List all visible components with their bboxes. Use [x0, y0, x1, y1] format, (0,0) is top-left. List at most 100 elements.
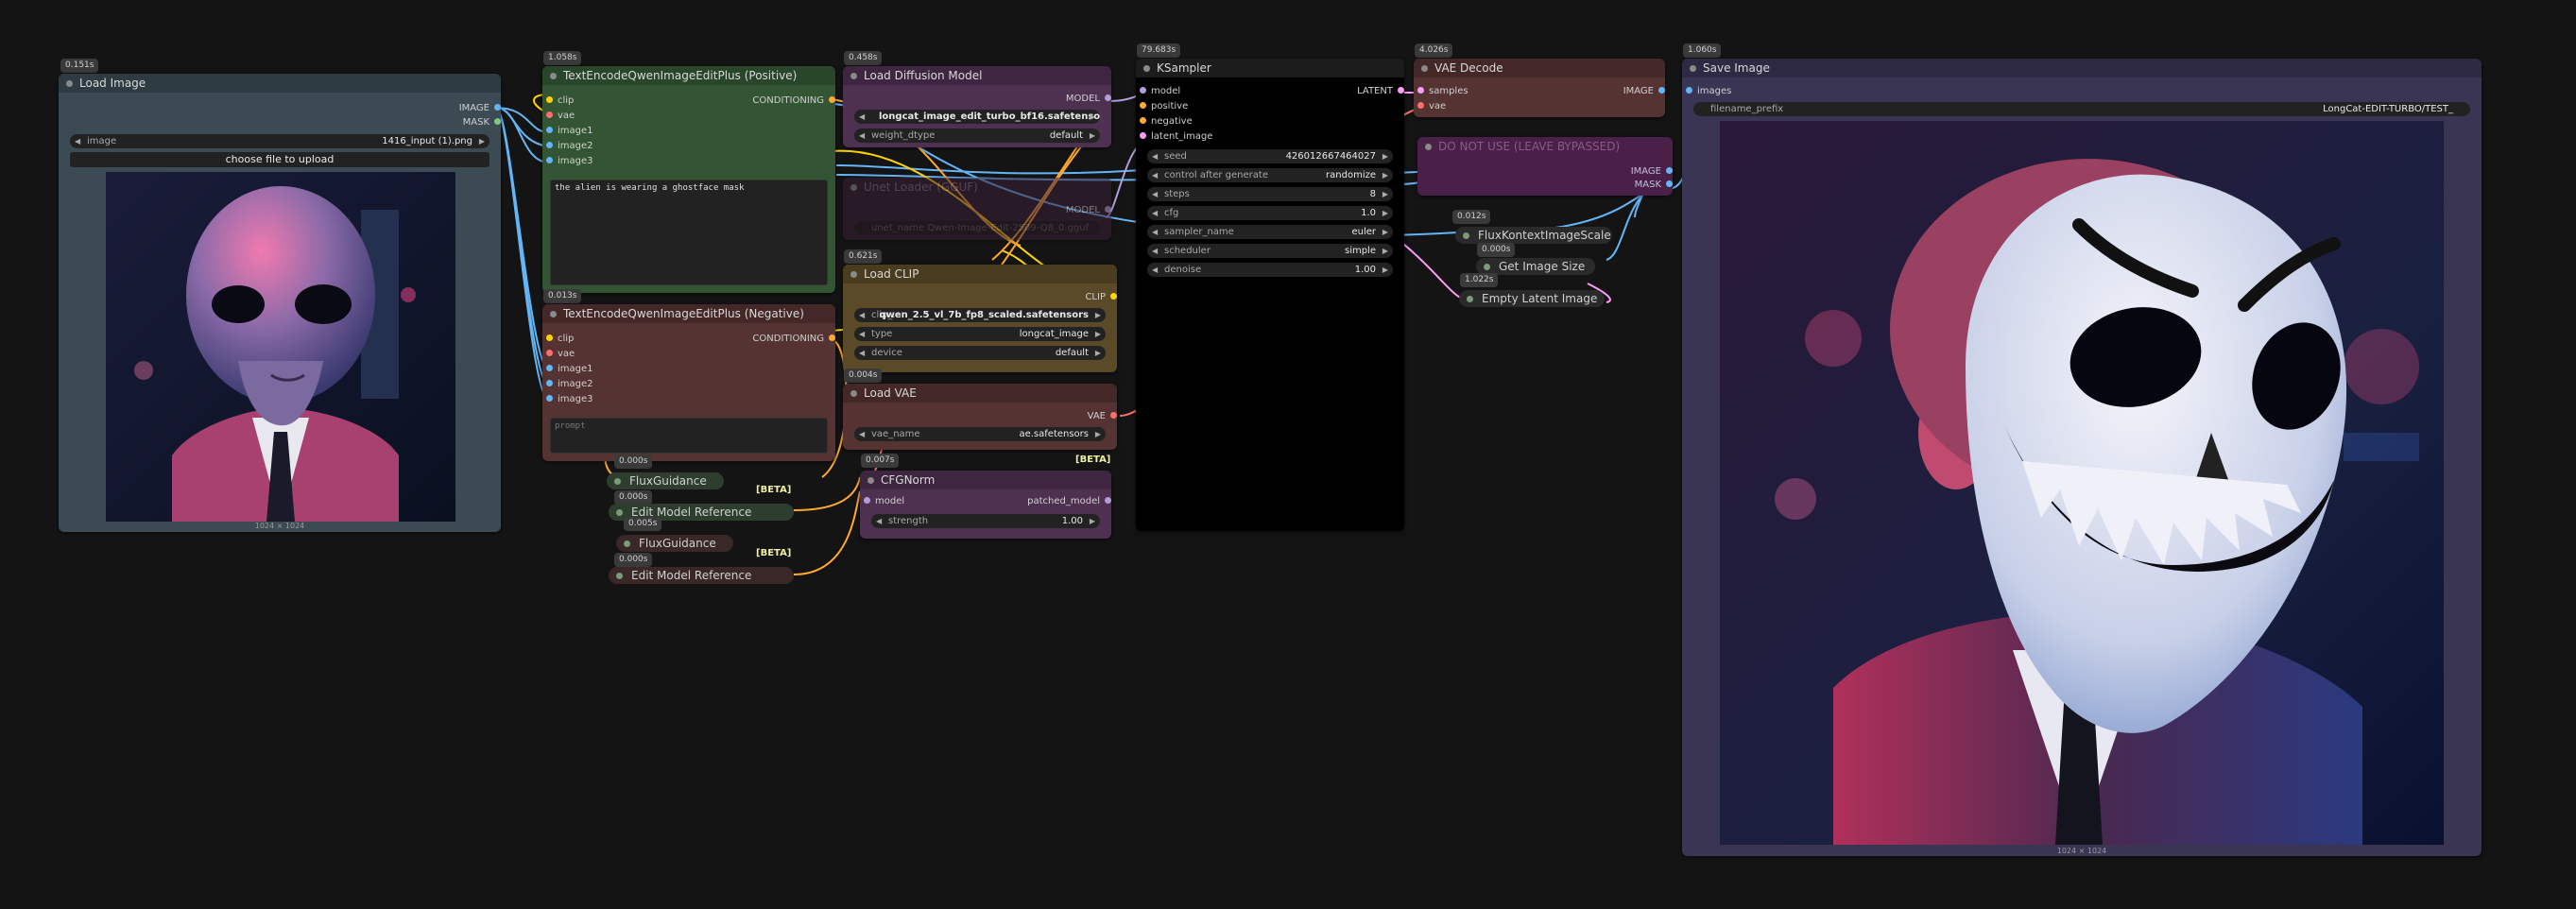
load-diffusion-title[interactable]: Load Diffusion Model [843, 66, 1111, 85]
load-diffusion-model-node[interactable]: Load Diffusion Model MODEL ◀ longcat_ima… [843, 66, 1111, 147]
patched-model-output-slot[interactable]: patched_model [998, 495, 1111, 508]
flux1-timing: 0.000s [614, 454, 653, 469]
sampler-name-widget[interactable]: ◀ sampler_name euler ▶ [1147, 225, 1393, 239]
load-vae-node[interactable]: Load VAE VAE ◀ vae_name ae.safetensors ▶ [843, 384, 1117, 450]
negative-input-slot[interactable]: negative [1140, 115, 1193, 129]
image2-input-slot[interactable]: image2 [546, 140, 593, 153]
unet-gguf-title[interactable]: Unet Loader (GGUF) [843, 178, 1111, 197]
edit-ref1-timing: 0.000s [614, 490, 653, 505]
load-clip-title[interactable]: Load CLIP [843, 265, 1117, 283]
model-input-slot[interactable]: model [864, 495, 904, 508]
positive-prompt-textarea[interactable]: the alien is wearing a ghostface mask [550, 180, 828, 285]
clip-output-slot[interactable]: CLIP [1022, 291, 1117, 304]
alien-portrait-image [106, 172, 455, 522]
vae-decode-title[interactable]: VAE Decode [1414, 59, 1665, 77]
flux-guidance-node-1[interactable]: FluxGuidance [607, 472, 724, 489]
clip-type-widget[interactable]: ◀ type longcat_image ▶ [854, 327, 1106, 341]
load-clip-node[interactable]: Load CLIP CLIP ◀ clip_... qwen_2.5_vl_7b… [843, 265, 1117, 372]
vae-input-slot[interactable]: vae [546, 110, 575, 123]
edit-model-reference-node-2[interactable]: Edit Model Reference [609, 567, 794, 584]
model-input-slot[interactable]: model [1140, 85, 1180, 98]
flux-kontext-image-scale-node[interactable]: FluxKontextImageScale [1455, 227, 1612, 244]
vae-input-slot[interactable]: vae [546, 348, 575, 361]
beta-label-2: [BETA] [756, 548, 792, 558]
prev-arrow-icon[interactable]: ◀ [75, 134, 80, 148]
text-encode-negative-node[interactable]: TextEncodeQwenImageEditPlus (Negative) c… [542, 304, 835, 461]
load-diffusion-timing: 0.458s [844, 51, 883, 65]
upload-button[interactable]: choose file to upload [70, 152, 489, 167]
clip-device-widget[interactable]: ◀ device default ▶ [854, 346, 1106, 360]
load-clip-timing: 0.621s [844, 249, 883, 264]
cfgnorm-node[interactable]: CFGNorm model patched_model ◀ strength 1… [860, 471, 1111, 539]
image-output-slot[interactable]: IMAGE [1571, 85, 1665, 98]
model-output-slot[interactable]: MODEL [1017, 93, 1111, 106]
clip-name-widget[interactable]: ◀ clip_... qwen_2.5_vl_7b_fp8_scaled.saf… [854, 308, 1106, 322]
control-after-generate-widget[interactable]: ◀ control after generate randomize ▶ [1147, 168, 1393, 182]
bypassed-node[interactable]: DO NOT USE (LEAVE BYPASSED) IMAGE MASK [1417, 137, 1673, 196]
ksampler-title[interactable]: KSampler [1136, 59, 1404, 77]
steps-widget[interactable]: ◀ steps 8 ▶ [1147, 187, 1393, 201]
next-arrow-icon[interactable]: ▶ [479, 134, 485, 148]
empty-latent-timing: 1.022s [1460, 273, 1499, 287]
load-image-node[interactable]: Load Image IMAGE MASK ◀ image 1416_input… [59, 74, 501, 532]
cfg-widget[interactable]: ◀ cfg 1.0 ▶ [1147, 206, 1393, 220]
load-vae-title[interactable]: Load VAE [843, 384, 1117, 403]
flux-guidance-node-2[interactable]: FluxGuidance [616, 535, 733, 552]
images-input-slot[interactable]: images [1686, 85, 1731, 98]
vae-name-widget[interactable]: ◀ vae_name ae.safetensors ▶ [854, 427, 1106, 441]
vae-decode-timing: 4.026s [1415, 43, 1453, 58]
clip-input-slot[interactable]: clip [546, 333, 574, 346]
flux-scale-timing: 0.012s [1452, 210, 1491, 224]
unet-gguf-widget[interactable]: unet_name Qwen-Image-Edit-2509-Q8_0.gguf [854, 221, 1100, 235]
cfgnorm-title[interactable]: CFGNorm [860, 471, 1111, 489]
image2-input-slot[interactable]: image2 [546, 378, 593, 391]
unet-loader-gguf-node[interactable]: Unet Loader (GGUF) MODEL unet_name Qwen-… [843, 178, 1111, 240]
beta-label-3: [BETA] [1075, 454, 1111, 465]
strength-widget[interactable]: ◀ strength 1.00 ▶ [871, 514, 1100, 528]
bypassed-mask-output[interactable]: MASK [1578, 179, 1673, 192]
image1-input-slot[interactable]: image1 [546, 125, 593, 138]
vae-decode-node[interactable]: VAE Decode samples vae IMAGE [1414, 59, 1665, 117]
save-image-node[interactable]: Save Image images filename_prefix LongCa… [1682, 59, 2482, 856]
filename-prefix-input[interactable]: filename_prefix LongCat-EDIT-TURBO/TEST_ [1693, 102, 2470, 116]
conditioning-output-slot[interactable]: CONDITIONING [694, 94, 835, 108]
mask-output-slot[interactable]: MASK [406, 116, 501, 129]
latent-image-input-slot[interactable]: latent_image [1140, 130, 1212, 144]
image-select-widget[interactable]: ◀ image 1416_input (1).png ▶ [70, 134, 489, 148]
denoise-widget[interactable]: ◀ denoise 1.00 ▶ [1147, 263, 1393, 277]
seed-widget[interactable]: ◀ seed 426012667464027 ▶ [1147, 149, 1393, 163]
weight-dtype-widget[interactable]: ◀ weight_dtype default ▶ [854, 129, 1100, 143]
node-canvas[interactable]: 0.151s Load Image IMAGE MASK ◀ image 141… [0, 0, 2576, 909]
te-positive-title[interactable]: TextEncodeQwenImageEditPlus (Positive) [542, 66, 835, 85]
clip-input-slot[interactable]: clip [546, 94, 574, 108]
cfgnorm-timing: 0.007s [861, 454, 900, 468]
text-encode-positive-node[interactable]: TextEncodeQwenImageEditPlus (Positive) c… [542, 66, 835, 293]
flux2-timing: 0.005s [624, 517, 662, 531]
input-image-preview [106, 172, 455, 522]
conditioning-output-slot[interactable]: CONDITIONING [694, 333, 835, 346]
image1-input-slot[interactable]: image1 [546, 363, 593, 376]
load-image-title[interactable]: Load Image [59, 74, 501, 93]
model-output-slot[interactable]: MODEL [1017, 204, 1111, 217]
image3-input-slot[interactable]: image3 [546, 393, 593, 406]
image3-input-slot[interactable]: image3 [546, 155, 593, 168]
vae-output-slot[interactable]: VAE [1022, 410, 1117, 423]
samples-input-slot[interactable]: samples [1417, 85, 1468, 98]
save-image-timing: 1.060s [1683, 43, 1722, 58]
te-negative-title[interactable]: TextEncodeQwenImageEditPlus (Negative) [542, 304, 835, 323]
negative-prompt-textarea[interactable]: prompt [550, 418, 828, 454]
unet-name-widget[interactable]: ◀ longcat_image_edit_turbo_bf16.safetens… [854, 110, 1100, 124]
empty-latent-image-node[interactable]: Empty Latent Image [1459, 290, 1605, 307]
ghostface-mask-image [1720, 121, 2444, 845]
save-image-title[interactable]: Save Image [1682, 59, 2482, 77]
latent-output-slot[interactable]: LATENT [1310, 85, 1404, 98]
bypassed-title[interactable]: DO NOT USE (LEAVE BYPASSED) [1417, 137, 1673, 156]
bypassed-image-output[interactable]: IMAGE [1578, 165, 1673, 179]
scheduler-widget[interactable]: ◀ scheduler simple ▶ [1147, 244, 1393, 258]
vae-input-slot[interactable]: vae [1417, 100, 1446, 113]
get-size-timing: 0.000s [1477, 243, 1516, 257]
ksampler-node[interactable]: KSampler model positive negative latent_… [1136, 59, 1404, 531]
positive-input-slot[interactable]: positive [1140, 100, 1188, 113]
image-output-slot[interactable]: IMAGE [406, 102, 501, 115]
output-image-preview [1720, 121, 2444, 845]
